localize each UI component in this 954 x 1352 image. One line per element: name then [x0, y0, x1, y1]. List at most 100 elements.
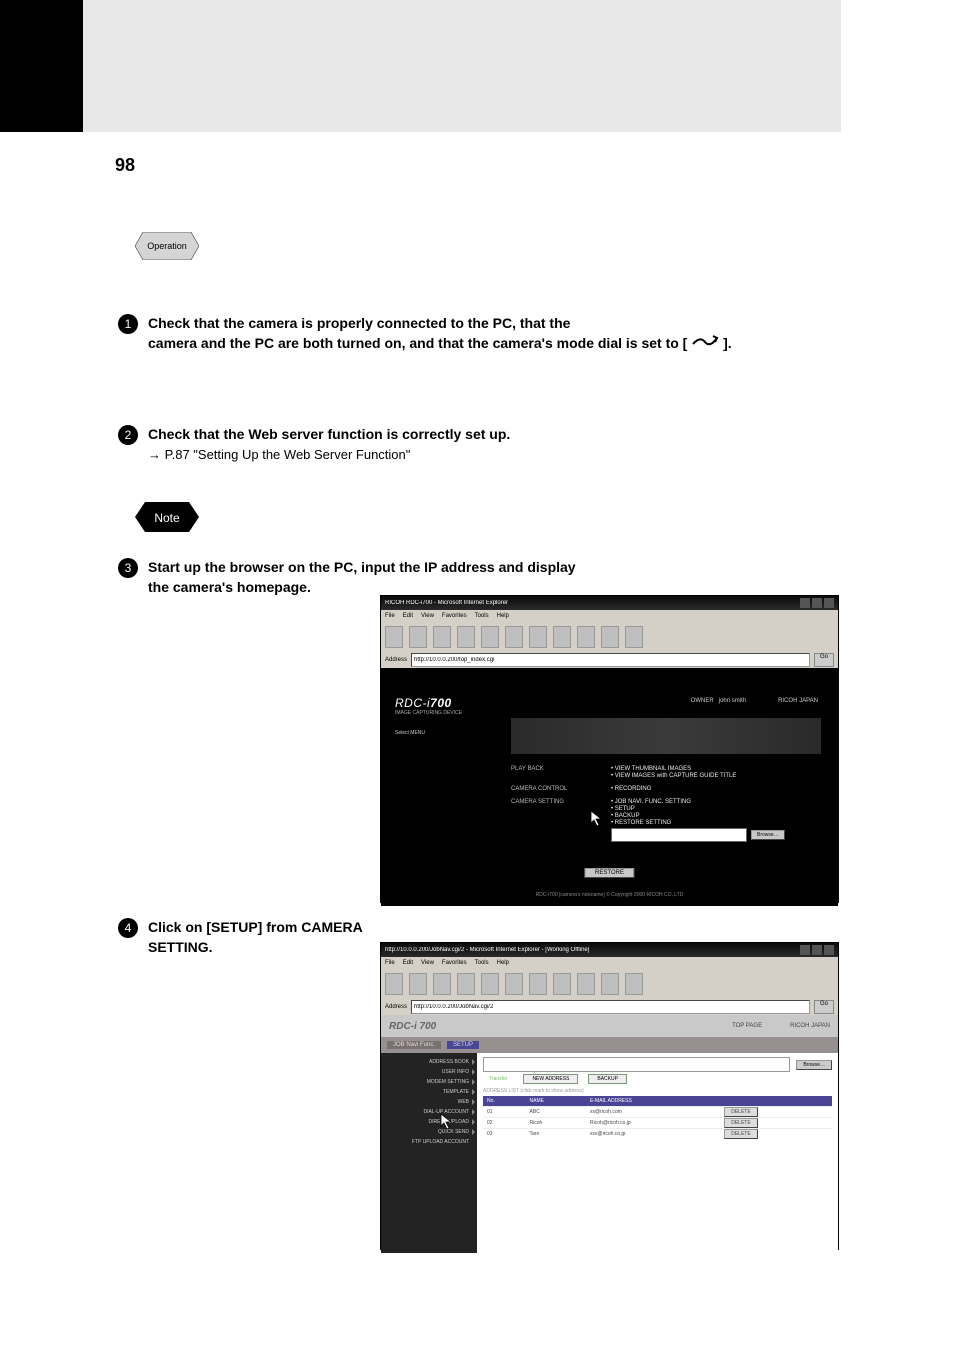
table-row: 03 Taro xxx@ricoh.co.jp DELETE — [483, 1129, 832, 1140]
step-4-line1: Click on [SETUP] from CAMERA SETTING. — [148, 919, 362, 955]
sidebar-item-ftp-upload[interactable]: FTP UPLOAD ACCOUNT — [383, 1137, 475, 1147]
homepage-footer: RDC-i700 [camera's nickname] © Copyright… — [381, 892, 838, 898]
backup-button[interactable]: BACKUP — [588, 1074, 627, 1084]
browse-button[interactable]: Browse… — [751, 830, 785, 840]
search-icon-2[interactable] — [505, 973, 523, 995]
close-button[interactable] — [824, 598, 834, 608]
favorites-icon-2[interactable] — [529, 973, 547, 995]
setup-main: ADDRESS BOOK USER INFO MODEM SETTING TEM… — [381, 1053, 838, 1253]
home-icon[interactable] — [481, 626, 499, 648]
go-button[interactable]: Go — [814, 653, 834, 667]
forward-icon[interactable] — [409, 626, 427, 648]
history-icon[interactable] — [553, 626, 571, 648]
sidebar-item-modem-setting[interactable]: MODEM SETTING — [383, 1077, 475, 1087]
menu-tools[interactable]: Tools — [475, 613, 489, 619]
th-name: NAME — [526, 1096, 587, 1107]
restore-setting-link[interactable]: • RESTORE SETTING — [611, 820, 785, 826]
restore-path-input[interactable] — [611, 828, 747, 842]
ricoh-japan-link-2[interactable]: RICOH JAPAN — [790, 1023, 830, 1029]
search-icon[interactable] — [505, 626, 523, 648]
maximize-button-2[interactable] — [812, 945, 822, 955]
delete-button[interactable]: DELETE — [724, 1107, 757, 1117]
new-address-button[interactable]: NEW ADDRESS — [523, 1074, 578, 1084]
go-button-2[interactable]: Go — [814, 1000, 834, 1014]
home-icon-2[interactable] — [481, 973, 499, 995]
sidebar-item-quick-send[interactable]: QUICK SEND — [383, 1127, 475, 1137]
history-icon-2[interactable] — [553, 973, 571, 995]
menu-tools-2[interactable]: Tools — [475, 960, 489, 966]
ricoh-japan-link[interactable]: RICOH JAPAN — [778, 698, 818, 704]
setup-body: RDC-i 700 TOP PAGE RICOH JAPAN JOB Navi … — [381, 1015, 838, 1253]
owner-value: john smith — [719, 698, 746, 704]
delete-button[interactable]: DELETE — [724, 1118, 757, 1128]
step-3-line2: the camera's homepage. — [148, 579, 311, 595]
sidebar-item-address-book[interactable]: ADDRESS BOOK — [383, 1057, 475, 1067]
sidebar-item-user-info[interactable]: USER INFO — [383, 1067, 475, 1077]
menu-edit-2[interactable]: Edit — [403, 960, 413, 966]
forward-icon-2[interactable] — [409, 973, 427, 995]
print-icon-2[interactable] — [601, 973, 619, 995]
menu-view[interactable]: View — [421, 613, 434, 619]
address-input-2[interactable] — [411, 1000, 810, 1014]
backup-link[interactable]: • BACKUP — [611, 813, 785, 819]
address-label-2: Address — [385, 1004, 407, 1010]
restore-button[interactable]: RESTORE — [584, 868, 635, 878]
delete-button[interactable]: DELETE — [724, 1129, 757, 1139]
logo-subtitle: IMAGE CAPTURING DEVICE — [395, 710, 462, 716]
step-4-text: Click on [SETUP] from CAMERA SETTING. — [148, 918, 368, 957]
refresh-icon[interactable] — [457, 626, 475, 648]
browser-toolbar — [381, 622, 838, 652]
sidebar-item-dialup[interactable]: DIAL-UP ACCOUNT — [383, 1107, 475, 1117]
cell-no: 03 — [483, 1129, 526, 1140]
step-bullet-2: 2 — [118, 425, 138, 445]
address-input[interactable] — [411, 653, 810, 667]
mail-icon[interactable] — [577, 626, 595, 648]
step-1-line2a: camera and the PC are both turned on, an… — [148, 335, 687, 351]
back-icon[interactable] — [385, 626, 403, 648]
top-banner — [83, 0, 841, 132]
close-button-2[interactable] — [824, 945, 834, 955]
step-bullet-3: 3 — [118, 558, 138, 578]
mail-icon-2[interactable] — [577, 973, 595, 995]
minimize-button-2[interactable] — [800, 945, 810, 955]
edit-icon-2[interactable] — [625, 973, 643, 995]
sidebar-item-web[interactable]: WEB — [383, 1097, 475, 1107]
screenshot-homepage: RICOH RDC-i700 - Microsoft Internet Expl… — [380, 595, 839, 903]
favorites-icon[interactable] — [529, 626, 547, 648]
minimize-button[interactable] — [800, 598, 810, 608]
playback-link-1[interactable]: • VIEW THUMBNAIL IMAGES — [611, 766, 736, 772]
menu-file-2[interactable]: File — [385, 960, 395, 966]
window-titlebar: RICOH RDC-i700 - Microsoft Internet Expl… — [381, 596, 838, 610]
menu-edit[interactable]: Edit — [403, 613, 413, 619]
stop-icon[interactable] — [433, 626, 451, 648]
back-icon-2[interactable] — [385, 973, 403, 995]
setup-link[interactable]: • SETUP — [611, 806, 785, 812]
maximize-button[interactable] — [812, 598, 822, 608]
menu-help-2[interactable]: Help — [497, 960, 509, 966]
sidebar-item-direct-upload[interactable]: DIRECT UPLOAD — [383, 1117, 475, 1127]
tab-setup[interactable]: SETUP — [447, 1041, 479, 1049]
menu-file[interactable]: File — [385, 613, 395, 619]
step-bullet-1: 1 — [118, 314, 138, 334]
print-icon[interactable] — [601, 626, 619, 648]
edit-icon[interactable] — [625, 626, 643, 648]
refresh-icon-2[interactable] — [457, 973, 475, 995]
address-table: No. NAME E-MAIL ADDRESS 01 ABC xx@ricoh.… — [483, 1096, 832, 1139]
page-number: 98 — [115, 155, 135, 176]
jobnavi-link[interactable]: • JOB NAVI. FUNC. SETTING — [611, 799, 785, 805]
sidebar-item-template[interactable]: TEMPLATE — [383, 1087, 475, 1097]
top-page-link[interactable]: TOP PAGE — [732, 1023, 762, 1029]
cell-email: xx@ricoh.com — [586, 1107, 720, 1118]
recording-link[interactable]: • RECORDING — [611, 786, 651, 792]
playback-link-2[interactable]: • VIEW IMAGES with CAPTURE GUIDE TITLE — [611, 773, 736, 779]
cell-no: 02 — [483, 1118, 526, 1129]
browse-button-2[interactable]: Browse… — [796, 1060, 832, 1070]
menu-help[interactable]: Help — [497, 613, 509, 619]
menu-favorites-2[interactable]: Favorites — [442, 960, 467, 966]
camera-logo: RDC-i700 — [395, 696, 452, 710]
stop-icon-2[interactable] — [433, 973, 451, 995]
file-input[interactable] — [483, 1057, 790, 1072]
menu-view-2[interactable]: View — [421, 960, 434, 966]
menu-favorites[interactable]: Favorites — [442, 613, 467, 619]
tab-jobnavi[interactable]: JOB Navi Func. — [387, 1041, 441, 1049]
